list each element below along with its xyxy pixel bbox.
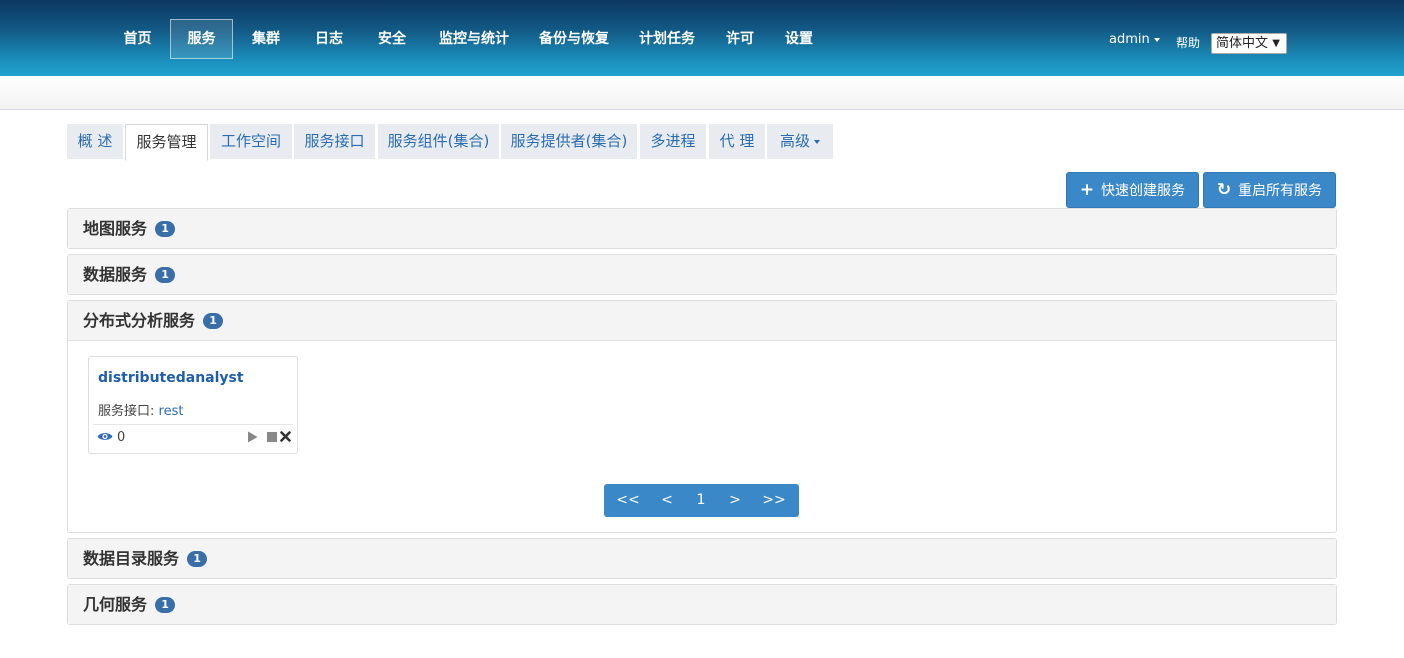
tab-service-components[interactable]: 服务组件(集合) (378, 124, 499, 159)
refresh-icon: ↻ (1216, 180, 1232, 200)
service-card: distributedanalyst 服务接口: rest 0 (88, 356, 298, 454)
pager-next[interactable]: > (722, 484, 748, 517)
plus-icon: + (1079, 180, 1095, 200)
nav-home[interactable]: 首页 (115, 19, 160, 59)
eye-icon (97, 433, 113, 440)
language-value: 简体中文 (1216, 36, 1269, 51)
panel-header[interactable]: 数据服务 1 (68, 255, 1336, 294)
panel-title: 数据目录服务 (83, 549, 180, 568)
tab-multi-process[interactable]: 多进程 (640, 124, 706, 159)
tab-service-management[interactable]: 服务管理 (125, 124, 208, 161)
view-count: 0 (117, 430, 126, 445)
restart-all-services-button[interactable]: ↻ 重启所有服务 (1203, 172, 1336, 208)
nav-services[interactable]: 服务 (170, 19, 233, 59)
pagination: << < 1 > >> (604, 484, 799, 517)
nav-monitoring[interactable]: 监控与统计 (434, 19, 514, 59)
panel-title: 分布式分析服务 (83, 311, 196, 330)
panel-data-catalog-services: 数据目录服务 1 (67, 538, 1337, 579)
panel-title: 数据服务 (83, 265, 148, 284)
pager-last[interactable]: >> (756, 484, 792, 517)
service-interface-link[interactable]: rest (159, 404, 184, 419)
sub-bar (0, 76, 1404, 110)
nav-backup[interactable]: 备份与恢复 (534, 19, 614, 59)
pager-current[interactable]: 1 (688, 484, 714, 517)
user-name: admin (1109, 32, 1150, 47)
panel-title: 地图服务 (83, 219, 148, 238)
tab-proxy[interactable]: 代 理 (709, 124, 765, 159)
nav-security[interactable]: 安全 (369, 19, 415, 59)
panel-distributed-analysis-services: 分布式分析服务 1 distributedanalyst 服务接口: rest 0 (67, 300, 1337, 533)
caret-down-icon (1153, 37, 1160, 42)
panel-data-services: 数据服务 1 (67, 254, 1337, 295)
caret-down-icon (814, 139, 820, 144)
count-badge: 1 (155, 267, 176, 283)
panel-map-services: 地图服务 1 (67, 208, 1337, 249)
nav-settings[interactable]: 设置 (778, 19, 820, 59)
help-link[interactable]: 帮助 (1176, 34, 1200, 51)
card-footer: 0 (93, 424, 293, 452)
panel-geometry-services: 几何服务 1 (67, 584, 1337, 625)
tab-workspace[interactable]: 工作空间 (210, 124, 292, 159)
panel-header[interactable]: 地图服务 1 (68, 209, 1336, 248)
nav-license[interactable]: 许可 (719, 19, 761, 59)
count-badge: 1 (203, 313, 224, 329)
top-navbar: 首页 服务 集群 日志 安全 监控与统计 备份与恢复 计划任务 许可 设置 ad… (0, 0, 1404, 76)
service-interface: 服务接口: rest (98, 400, 183, 419)
count-badge: 1 (155, 597, 176, 613)
stop-icon[interactable] (267, 432, 277, 442)
pager-prev[interactable]: < (654, 484, 680, 517)
service-interface-label: 服务接口: (98, 404, 155, 419)
tab-advanced[interactable]: 高级 (767, 124, 833, 159)
language-select[interactable]: 简体中文 ▼ (1211, 33, 1287, 54)
panel-body: distributedanalyst 服务接口: rest 0 << < 1 >… (68, 341, 1336, 532)
panel-header[interactable]: 数据目录服务 1 (68, 539, 1336, 578)
quick-create-label: 快速创建服务 (1101, 183, 1185, 199)
panel-title: 几何服务 (83, 595, 148, 614)
count-badge: 1 (187, 551, 208, 567)
restart-label: 重启所有服务 (1238, 183, 1322, 199)
nav-logs[interactable]: 日志 (306, 19, 352, 59)
panel-header[interactable]: 几何服务 1 (68, 585, 1336, 624)
dropdown-arrow-icon: ▼ (1272, 38, 1280, 49)
tab-service-providers[interactable]: 服务提供者(集合) (501, 124, 637, 159)
count-badge: 1 (155, 221, 176, 237)
play-icon[interactable] (247, 431, 258, 443)
tab-service-interface[interactable]: 服务接口 (294, 124, 375, 159)
delete-icon[interactable] (280, 431, 291, 442)
panel-header[interactable]: 分布式分析服务 1 (68, 301, 1336, 341)
service-name-link[interactable]: distributedanalyst (98, 370, 244, 386)
nav-cluster[interactable]: 集群 (243, 19, 289, 59)
pager-first[interactable]: << (610, 484, 646, 517)
nav-scheduled-tasks[interactable]: 计划任务 (634, 19, 700, 59)
tab-advanced-label: 高级 (779, 132, 810, 150)
tab-overview[interactable]: 概 述 (67, 124, 123, 159)
user-menu[interactable]: admin (1109, 32, 1160, 47)
quick-create-service-button[interactable]: + 快速创建服务 (1066, 172, 1199, 208)
